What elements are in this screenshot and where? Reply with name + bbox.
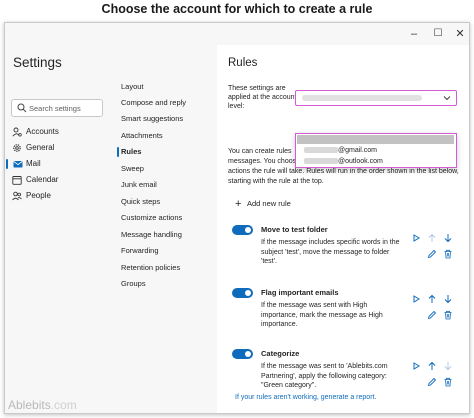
- move-up-icon[interactable]: [427, 294, 437, 304]
- title-bar: – ☐ ✕: [5, 23, 469, 45]
- settings-title: Settings: [13, 55, 62, 70]
- plus-icon: +: [235, 198, 242, 210]
- move-up-icon[interactable]: [427, 361, 437, 371]
- search-box[interactable]: [11, 99, 103, 117]
- account-option-label: @gmail.com: [338, 147, 378, 154]
- account-option-outlook[interactable]: @outlook.com: [296, 156, 455, 167]
- mail-nav-forwarding[interactable]: Forwarding: [121, 244, 159, 258]
- nav-item-accounts[interactable]: Accounts: [5, 124, 111, 140]
- report-line: If your rules aren't working, generate a…: [235, 393, 376, 403]
- mail-nav-smart-suggestions[interactable]: Smart suggestions: [121, 112, 183, 126]
- run-rule-icon[interactable]: [411, 233, 421, 243]
- move-down-icon[interactable]: [443, 294, 453, 304]
- nav-item-label: General: [26, 143, 55, 152]
- rules-panel: Rules These settings are applied at the …: [217, 45, 469, 413]
- mail-nav-quick-steps[interactable]: Quick steps: [121, 195, 160, 209]
- edit-icon[interactable]: [427, 377, 437, 387]
- mail-settings-nav: Layout Compose and reply Smart suggestio…: [115, 45, 215, 413]
- mail-nav-retention-policies[interactable]: Retention policies: [121, 261, 180, 275]
- dropdown-selected-option[interactable]: [297, 135, 454, 144]
- delete-icon[interactable]: [443, 310, 453, 320]
- people-icon: [12, 191, 22, 201]
- gear-icon: [13, 144, 21, 152]
- mail-nav-customize-actions[interactable]: Customize actions: [121, 211, 182, 225]
- move-down-icon[interactable]: [443, 361, 453, 371]
- move-up-icon[interactable]: [427, 233, 437, 243]
- calendar-icon: [12, 176, 22, 185]
- mail-nav-groups[interactable]: Groups: [121, 277, 146, 291]
- chevron-down-icon: [443, 96, 451, 101]
- rule-enabled-toggle[interactable]: [232, 225, 253, 235]
- minimize-button[interactable]: –: [407, 27, 421, 41]
- search-icon: [17, 103, 27, 113]
- mail-nav-compose-and-reply[interactable]: Compose and reply: [121, 96, 186, 110]
- run-rule-icon[interactable]: [411, 361, 421, 371]
- toggle-knob: [245, 351, 251, 357]
- rule-enabled-toggle[interactable]: [232, 288, 253, 298]
- account-option-gmail[interactable]: @gmail.com: [296, 145, 455, 156]
- delete-icon[interactable]: [443, 249, 453, 259]
- nav-item-general[interactable]: General: [5, 140, 111, 156]
- delete-icon[interactable]: [443, 377, 453, 387]
- nav-item-mail[interactable]: Mail: [5, 156, 111, 172]
- toggle-knob: [245, 290, 251, 296]
- search-input[interactable]: [29, 101, 101, 115]
- settings-nav: Settings Accounts General: [5, 45, 111, 413]
- nav-item-label: People: [26, 191, 51, 200]
- move-down-icon[interactable]: [443, 233, 453, 243]
- rule-name: Flag important emails: [261, 288, 339, 297]
- settings-window: – ☐ ✕ Settings Accounts Ge: [4, 22, 470, 414]
- rule-enabled-toggle[interactable]: [232, 349, 253, 359]
- report-prefix: If your rules aren't working,: [235, 394, 321, 401]
- maximize-button[interactable]: ☐: [431, 27, 445, 41]
- edit-icon[interactable]: [427, 249, 437, 259]
- mail-nav-label: Rules: [121, 147, 142, 156]
- nav-item-label: Accounts: [26, 127, 59, 136]
- account-dropdown: @gmail.com @outlook.com: [295, 133, 457, 168]
- mail-nav-attachments[interactable]: Attachments: [121, 129, 163, 143]
- mail-nav-message-handling[interactable]: Message handling: [121, 228, 182, 242]
- screenshot-caption: Choose the account for which to create a…: [101, 2, 373, 16]
- edit-icon[interactable]: [427, 310, 437, 320]
- blurred-account-value: [302, 95, 422, 101]
- close-button[interactable]: ✕: [453, 27, 467, 41]
- rule-name: Categorize: [261, 349, 300, 358]
- watermark-brand: Ablebits: [8, 398, 51, 412]
- blurred-username: [304, 158, 338, 164]
- nav-item-people[interactable]: People: [5, 188, 111, 204]
- account-select[interactable]: [295, 90, 457, 106]
- rule-description: If the message includes specific words i…: [261, 239, 400, 266]
- mail-nav-rules[interactable]: Rules: [117, 145, 142, 159]
- account-level-label: These settings are applied at the accoun…: [228, 85, 297, 110]
- add-new-rule-label: Add new rule: [247, 199, 291, 208]
- generate-report-link[interactable]: generate a report.: [321, 394, 377, 401]
- mail-icon: [13, 161, 23, 168]
- rules-description-line3: actions the rule will take. Rules will r…: [228, 168, 459, 185]
- selection-indicator: [117, 147, 119, 157]
- nav-item-label: Mail: [26, 159, 41, 168]
- mail-nav-sweep[interactable]: Sweep: [121, 162, 144, 176]
- rule-description: If the message was sent to 'Ablebits.com…: [261, 363, 388, 390]
- nav-item-label: Calendar: [26, 175, 59, 184]
- person-gear-icon: [12, 127, 22, 137]
- blurred-username: [304, 147, 338, 153]
- mail-nav-layout[interactable]: Layout: [121, 80, 144, 94]
- nav-item-calendar[interactable]: Calendar: [5, 172, 111, 188]
- run-rule-icon[interactable]: [411, 294, 421, 304]
- mail-nav-junk-email[interactable]: Junk email: [121, 178, 157, 192]
- ablebits-watermark: Ablebits.com: [8, 398, 77, 412]
- account-option-label: @outlook.com: [338, 158, 383, 165]
- panel-title: Rules: [228, 57, 258, 69]
- selection-indicator: [6, 159, 8, 169]
- rule-description: If the message was sent with High import…: [261, 302, 383, 329]
- toggle-knob: [245, 227, 251, 233]
- rule-name: Move to test folder: [261, 225, 328, 234]
- watermark-suffix: .com: [50, 398, 77, 412]
